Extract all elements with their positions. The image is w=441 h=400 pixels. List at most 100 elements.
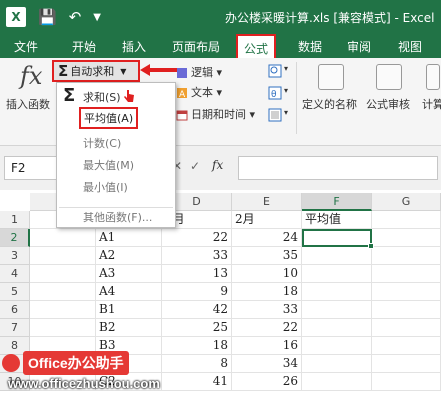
sheet-cell[interactable] <box>372 373 441 391</box>
sheet-cell[interactable]: 18 <box>162 337 232 355</box>
sheet-cell[interactable] <box>372 337 441 355</box>
sheet-cell[interactable] <box>302 355 372 373</box>
row-header[interactable]: 7 <box>0 319 30 337</box>
tab-view[interactable]: 视图 <box>398 38 422 55</box>
sheet-cell[interactable] <box>302 319 372 337</box>
sheet-cell[interactable]: 22 <box>162 229 232 247</box>
fill-handle[interactable] <box>368 243 374 249</box>
sheet-cell[interactable] <box>30 247 96 265</box>
sheet-cell[interactable]: 2月 <box>232 211 302 229</box>
sheet-cell[interactable] <box>372 283 441 301</box>
insert-function-icon[interactable]: fx <box>212 158 223 172</box>
menu-item-min[interactable]: 最小值(I) <box>83 179 128 195</box>
tab-review[interactable]: 审阅 <box>347 38 371 55</box>
sheet-cell[interactable]: 34 <box>232 355 302 373</box>
enter-icon[interactable]: ✓ <box>190 159 200 173</box>
chevron-down-icon[interactable]: ▼ <box>93 12 101 23</box>
sheet-cell[interactable] <box>372 211 441 229</box>
menu-item-average[interactable]: 平均值(A) <box>79 107 139 129</box>
chevron-down-icon[interactable]: ▾ <box>284 86 288 95</box>
more-functions-icon[interactable] <box>268 108 282 122</box>
formula-auditing-icon[interactable] <box>376 64 402 90</box>
defined-names-button[interactable]: 定义的名称 <box>302 96 357 112</box>
undo-icon[interactable]: ↶ <box>69 8 82 26</box>
formula-auditing-button[interactable]: 公式审核 <box>366 96 410 112</box>
sheet-cell[interactable]: 22 <box>232 319 302 337</box>
sheet-cell[interactable]: A4 <box>96 283 162 301</box>
sheet-cell[interactable]: 26 <box>232 373 302 391</box>
column-header-f[interactable]: F <box>302 193 372 211</box>
sheet-cell[interactable]: 35 <box>232 247 302 265</box>
sheet-cell[interactable]: 25 <box>162 319 232 337</box>
menu-item-sum[interactable]: 求和(S) <box>83 89 121 105</box>
sheet-cell[interactable]: A3 <box>96 265 162 283</box>
chevron-down-icon[interactable]: ▼ <box>120 67 126 76</box>
sheet-cell[interactable] <box>30 265 96 283</box>
sheet-cell[interactable]: 9 <box>162 283 232 301</box>
sheet-cell[interactable]: 41 <box>162 373 232 391</box>
save-icon[interactable]: 💾 <box>38 8 57 26</box>
sheet-cell[interactable] <box>302 265 372 283</box>
insert-function-icon[interactable]: fx <box>20 62 42 90</box>
sheet-cell[interactable] <box>30 229 96 247</box>
sheet-cell[interactable]: B2 <box>96 319 162 337</box>
logical-button[interactable]: 逻辑 ▾ <box>176 64 222 80</box>
sheet-cell[interactable]: 24 <box>232 229 302 247</box>
calculation-button[interactable]: 计算 <box>422 96 441 112</box>
insert-function-button[interactable]: 插入函数 <box>6 96 50 112</box>
sheet-cell[interactable]: 16 <box>232 337 302 355</box>
tab-page-layout[interactable]: 页面布局 <box>172 38 220 55</box>
sheet-cell[interactable]: 33 <box>162 247 232 265</box>
sheet-cell[interactable]: A2 <box>96 247 162 265</box>
tab-file[interactable]: 文件 <box>14 38 38 55</box>
sheet-cell[interactable]: A1 <box>96 229 162 247</box>
row-header[interactable]: 1 <box>0 211 30 229</box>
column-header-g[interactable]: G <box>372 193 441 211</box>
sheet-cell[interactable]: B1 <box>96 301 162 319</box>
row-header[interactable]: 5 <box>0 283 30 301</box>
calculation-icon[interactable] <box>426 64 440 90</box>
sheet-cell[interactable] <box>302 301 372 319</box>
sheet-cell[interactable]: 13 <box>162 265 232 283</box>
sheet-cell[interactable]: 33 <box>232 301 302 319</box>
column-header-e[interactable]: E <box>232 193 302 211</box>
menu-item-more-functions[interactable]: 其他函数(F)... <box>83 209 152 225</box>
formula-input[interactable] <box>238 156 438 180</box>
sheet-cell[interactable] <box>372 301 441 319</box>
sheet-cell[interactable] <box>302 247 372 265</box>
sheet-cell[interactable] <box>302 337 372 355</box>
menu-item-count[interactable]: 计数(C) <box>83 135 121 151</box>
sheet-cell[interactable]: 8 <box>162 355 232 373</box>
sheet-cell[interactable] <box>372 265 441 283</box>
row-header[interactable]: 4 <box>0 265 30 283</box>
sheet-cell[interactable] <box>372 229 441 247</box>
sheet-cell[interactable] <box>302 373 372 391</box>
sheet-cell[interactable] <box>30 301 96 319</box>
chevron-down-icon[interactable]: ▾ <box>284 108 288 117</box>
autosum-button[interactable]: Σ 自动求和 ▼ <box>52 60 140 82</box>
row-header[interactable]: 3 <box>0 247 30 265</box>
sheet-cell[interactable] <box>372 319 441 337</box>
sheet-cell[interactable]: 10 <box>232 265 302 283</box>
sheet-cell[interactable] <box>372 355 441 373</box>
sheet-cell[interactable]: 42 <box>162 301 232 319</box>
chevron-down-icon[interactable]: ▾ <box>284 64 288 73</box>
defined-names-icon[interactable] <box>318 64 344 90</box>
tab-formulas[interactable]: 公式 <box>236 34 277 60</box>
active-cell-f2[interactable] <box>302 229 372 247</box>
sheet-cell[interactable] <box>302 283 372 301</box>
tab-home[interactable]: 开始 <box>72 38 96 55</box>
sheet-cell[interactable] <box>372 247 441 265</box>
tab-insert[interactable]: 插入 <box>122 38 146 55</box>
math-icon[interactable]: θ <box>268 86 282 100</box>
text-button[interactable]: A 文本 ▾ <box>176 84 222 100</box>
lookup-icon[interactable] <box>268 64 282 78</box>
row-header[interactable]: 2 <box>0 229 30 247</box>
row-header[interactable]: 6 <box>0 301 30 319</box>
menu-item-max[interactable]: 最大值(M) <box>83 157 134 173</box>
sheet-cell[interactable] <box>30 319 96 337</box>
sheet-cell[interactable] <box>30 283 96 301</box>
tab-data[interactable]: 数据 <box>298 38 322 55</box>
datetime-button[interactable]: 日期和时间 ▾ <box>176 106 255 122</box>
sheet-cell[interactable]: 平均值 <box>302 211 372 229</box>
